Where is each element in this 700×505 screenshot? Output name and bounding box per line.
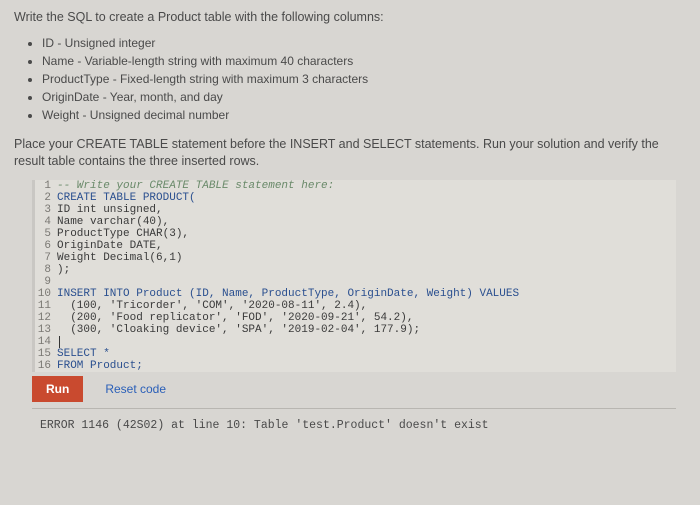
prompt-instructions: Place your CREATE TABLE statement before… <box>14 136 686 170</box>
button-row: Run Reset code <box>32 376 686 402</box>
code-line[interactable]: -- Write your CREATE TABLE statement her… <box>57 180 334 192</box>
code-line[interactable]: (200, 'Food replicator', 'FOD', '2020-09… <box>57 312 413 324</box>
line-number: 14 <box>35 336 57 348</box>
error-message: ERROR 1146 (42S02) at line 10: Table 'te… <box>40 419 489 432</box>
code-line[interactable]: (300, 'Cloaking device', 'SPA', '2019-02… <box>57 324 420 336</box>
code-line[interactable]: SELECT * <box>57 348 110 360</box>
line-number: 2 <box>35 192 57 204</box>
run-button[interactable]: Run <box>32 376 83 402</box>
spec-item: ProductType - Fixed-length string with m… <box>42 70 686 88</box>
code-line[interactable]: ID int unsigned, <box>57 204 163 216</box>
reset-code-link[interactable]: Reset code <box>105 382 166 396</box>
line-number: 16 <box>35 360 57 372</box>
prompt-intro: Write the SQL to create a Product table … <box>14 10 686 24</box>
line-number: 6 <box>35 240 57 252</box>
column-spec-list: ID - Unsigned integer Name - Variable-le… <box>42 34 686 124</box>
code-line[interactable]: INSERT INTO Product (ID, Name, ProductTy… <box>57 288 519 300</box>
line-number: 5 <box>35 228 57 240</box>
code-line[interactable]: CREATE TABLE PRODUCT( <box>57 192 196 204</box>
line-number: 9 <box>35 276 57 288</box>
line-number: 10 <box>35 288 57 300</box>
line-number: 12 <box>35 312 57 324</box>
spec-item: OriginDate - Year, month, and day <box>42 88 686 106</box>
code-editor[interactable]: 1-- Write your CREATE TABLE statement he… <box>32 180 676 372</box>
code-line[interactable]: FROM Product; <box>57 360 143 372</box>
code-line[interactable]: OriginDate DATE, <box>57 240 163 252</box>
line-number: 15 <box>35 348 57 360</box>
spec-item: Weight - Unsigned decimal number <box>42 106 686 124</box>
line-number: 1 <box>35 180 57 192</box>
code-line[interactable]: Name varchar(40), <box>57 216 169 228</box>
line-number: 7 <box>35 252 57 264</box>
output-panel: ERROR 1146 (42S02) at line 10: Table 'te… <box>32 408 676 432</box>
code-line[interactable]: ProductType CHAR(3), <box>57 228 189 240</box>
spec-item: ID - Unsigned integer <box>42 34 686 52</box>
spec-item: Name - Variable-length string with maxim… <box>42 52 686 70</box>
code-line[interactable]: (100, 'Tricorder', 'COM', '2020-08-11', … <box>57 300 367 312</box>
code-line[interactable] <box>57 336 60 348</box>
line-number: 13 <box>35 324 57 336</box>
line-number: 3 <box>35 204 57 216</box>
line-number: 11 <box>35 300 57 312</box>
code-line[interactable]: ); <box>57 264 70 276</box>
code-line[interactable]: Weight Decimal(6,1) <box>57 252 182 264</box>
line-number: 8 <box>35 264 57 276</box>
text-cursor <box>59 336 60 348</box>
line-number: 4 <box>35 216 57 228</box>
